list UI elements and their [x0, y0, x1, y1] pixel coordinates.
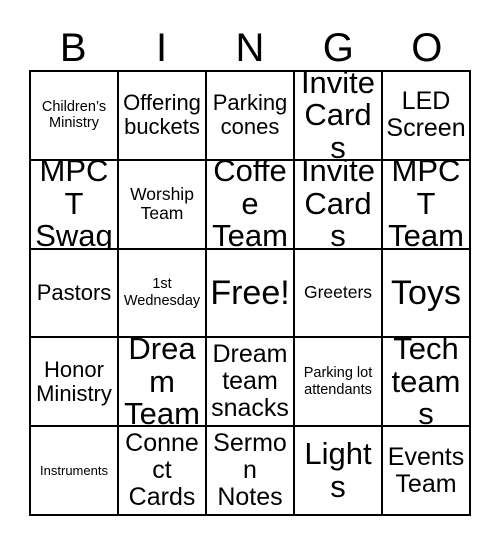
bingo-cell-label: Worship Team	[130, 183, 194, 224]
bingo-cell-i1[interactable]: Offering buckets	[119, 72, 207, 161]
bingo-cell-label: MPCT Swag	[35, 160, 113, 250]
bingo-cell-g2[interactable]: Invite Cards	[295, 160, 383, 250]
bingo-cell-label: Children’s Ministry	[41, 98, 107, 132]
bingo-header-letter-b: B	[59, 26, 87, 70]
bingo-cell-g5[interactable]: Lights	[295, 427, 383, 516]
bingo-cell-o2[interactable]: MPCT Team	[383, 160, 471, 250]
bingo-cell-label: Parking cones	[212, 90, 288, 140]
bingo-cell-label: Instruments	[40, 462, 108, 478]
bingo-cell-label: Sermon Notes	[213, 429, 287, 512]
bingo-header-letter-o: O	[411, 26, 443, 70]
bingo-cell-i5[interactable]: Connect Cards	[119, 427, 207, 516]
bingo-cell-label: Events Team	[387, 442, 465, 498]
bingo-row-1: Children’s Ministry Offering buckets Par…	[31, 72, 471, 161]
bingo-cell-g4[interactable]: Parking lot attendants	[295, 338, 383, 428]
bingo-cell-o5[interactable]: Events Team	[383, 427, 471, 516]
bingo-cell-b2[interactable]: MPCT Swag	[31, 160, 119, 250]
bingo-cell-g3[interactable]: Greeters	[295, 249, 383, 339]
bingo-cell-b4[interactable]: Honor Ministry	[31, 338, 119, 428]
bingo-row-2: MPCT Swag Worship Team Coffee Team Invit…	[31, 160, 471, 250]
bingo-free-space-label: Free!	[210, 273, 290, 312]
bingo-cell-label: Honor Ministry	[36, 356, 112, 406]
bingo-cell-n2[interactable]: Coffee Team	[207, 160, 295, 250]
bingo-cell-n1[interactable]: Parking cones	[207, 72, 295, 161]
bingo-cell-label: Offering buckets	[123, 90, 201, 140]
bingo-row-3: Pastors 1st Wednesday Free! Greeters Toy…	[31, 249, 471, 339]
bingo-cell-label: Dream team snacks	[211, 340, 289, 423]
bingo-cell-n5[interactable]: Sermon Notes	[207, 427, 295, 516]
bingo-cell-label: Parking lot attendants	[303, 365, 373, 398]
bingo-header-row: B I N G O	[29, 12, 471, 70]
bingo-row-5: Instruments Connect Cards Sermon Notes L…	[31, 427, 471, 516]
bingo-cell-label: Connect Cards	[125, 429, 199, 512]
bingo-cell-label: Lights	[304, 436, 372, 504]
bingo-cell-b5[interactable]: Instruments	[31, 427, 119, 516]
bingo-cell-g1[interactable]: Invite Cards	[295, 72, 383, 161]
bingo-cell-o1[interactable]: LED Screen	[383, 72, 471, 161]
bingo-card: B I N G O Children’s Ministry Offering b…	[29, 12, 471, 516]
bingo-cell-b1[interactable]: Children’s Ministry	[31, 72, 119, 161]
bingo-cell-o3[interactable]: Toys	[383, 249, 471, 339]
bingo-cell-label: Tech teams	[391, 338, 461, 428]
bingo-cell-i2[interactable]: Worship Team	[119, 160, 207, 250]
bingo-grid: Children’s Ministry Offering buckets Par…	[29, 70, 471, 516]
bingo-cell-label: Coffee Team	[212, 160, 288, 250]
bingo-cell-label: Dream Team	[124, 338, 200, 428]
bingo-cell-o4[interactable]: Tech teams	[383, 338, 471, 428]
bingo-header-letter-i: I	[156, 26, 168, 70]
bingo-cell-label: LED Screen	[386, 87, 466, 143]
bingo-cell-label: Invite Cards	[300, 72, 376, 161]
bingo-cell-n4[interactable]: Dream team snacks	[207, 338, 295, 428]
bingo-cell-label: 1st Wednesday	[123, 276, 201, 309]
bingo-row-4: Honor Ministry Dream Team Dream team sna…	[31, 338, 471, 428]
bingo-header-letter-n: N	[235, 26, 265, 70]
bingo-cell-label: MPCT Team	[388, 160, 464, 250]
bingo-cell-label: Toys	[391, 273, 461, 312]
bingo-cell-i4[interactable]: Dream Team	[119, 338, 207, 428]
bingo-header-letter-g: G	[322, 26, 354, 70]
bingo-cell-free-space[interactable]: Free!	[207, 249, 295, 339]
bingo-cell-label: Pastors	[36, 279, 112, 305]
bingo-cell-label: Greeters	[303, 282, 373, 303]
bingo-cell-i3[interactable]: 1st Wednesday	[119, 249, 207, 339]
bingo-cell-b3[interactable]: Pastors	[31, 249, 119, 339]
bingo-cell-label: Invite Cards	[300, 160, 376, 250]
